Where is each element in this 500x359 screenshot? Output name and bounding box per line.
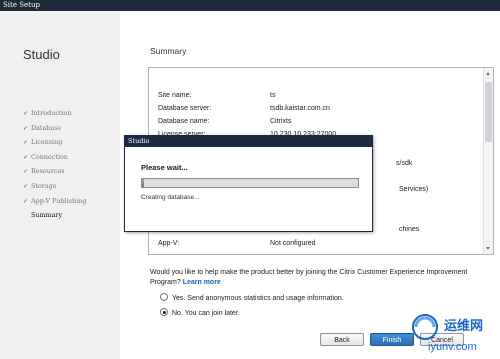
check-icon: ✔ <box>23 168 29 176</box>
page-title: Summary <box>150 46 187 56</box>
summary-key: Database name: <box>158 118 210 125</box>
radio-button[interactable] <box>160 293 168 301</box>
summary-value: ts <box>270 92 276 99</box>
wizard-step-label: App-V Publishing <box>31 196 87 205</box>
wizard-step: ✔ Storage <box>23 179 86 194</box>
summary-value-partial: s/sdk <box>396 160 413 167</box>
wizard-step: ✔ Introduction <box>23 106 86 121</box>
wizard-steps: ✔ Introduction ✔ Database ✔ Licensing ✔ Connect… <box>23 106 86 223</box>
check-icon: ✔ <box>23 139 29 147</box>
dialog-title: Studio <box>125 136 372 147</box>
radio-button[interactable] <box>160 308 168 316</box>
dialog-status: Creating database... <box>141 194 200 201</box>
wizard-step: ✔ Licensing <box>23 135 86 150</box>
check-icon: ✔ <box>23 110 29 117</box>
ceip-option-yes[interactable]: Yes. Send anonymous statistics and usage… <box>160 293 344 302</box>
wizard-step-label: Introduction <box>31 109 72 117</box>
window-titlebar: Site Setup <box>0 0 500 11</box>
wizard-step-label: Summary <box>31 211 63 220</box>
wizard-step-label: Storage <box>31 181 57 190</box>
summary-scrollbar[interactable] <box>483 68 493 254</box>
site-watermark: 运维网 iyunv.com <box>408 312 500 359</box>
summary-value-partial: Services) <box>399 186 429 193</box>
back-button[interactable]: Back <box>320 333 364 346</box>
scroll-down-icon[interactable] <box>486 247 490 250</box>
ceip-option-label: No. You can join later. <box>172 310 240 317</box>
wizard-step-label: Licensing <box>31 138 63 147</box>
summary-key: App-V: <box>158 240 180 247</box>
check-icon: ✔ <box>23 124 29 132</box>
check-icon: ✔ <box>23 153 29 161</box>
summary-value: tsdb.kaistar.com.cn <box>270 105 330 112</box>
watermark-logo-icon <box>412 314 438 340</box>
watermark-cn: 运维网 <box>444 319 484 334</box>
summary-value-partial: chines <box>399 226 420 233</box>
ceip-option-no[interactable]: No. You can join later. <box>160 308 240 317</box>
wizard-step: ✔ Database <box>23 121 86 136</box>
wizard-step: ✔ Connection <box>23 150 86 165</box>
ceip-option-label: Yes. Send anonymous statistics and usage… <box>172 295 344 302</box>
scroll-thumb[interactable] <box>485 82 492 142</box>
wizard-step-label: Connection <box>31 152 68 161</box>
window-title: Site Setup <box>3 1 40 9</box>
summary-value: Citrixts <box>270 118 292 125</box>
check-icon: ✔ <box>23 197 29 205</box>
summary-key: Database server: <box>158 105 212 112</box>
scroll-up-icon[interactable] <box>486 72 490 75</box>
progress-bar <box>141 178 359 188</box>
summary-key: Site name: <box>158 92 192 99</box>
ceip-prompt: Would you like to help make the product … <box>150 268 480 288</box>
summary-value: Not configured <box>270 240 316 247</box>
dialog-heading: Please wait... <box>141 163 188 172</box>
wizard-step-label: Resources <box>31 167 65 176</box>
progress-dialog: Studio Please wait... Creating database.… <box>124 135 373 232</box>
wizard-sidebar: Studio ✔ Introduction ✔ Database ✔ Licensing ✔… <box>0 11 120 359</box>
watermark-url: iyunv.com <box>428 341 477 353</box>
learn-more-link[interactable]: Learn more <box>183 279 221 286</box>
wizard-step-label: Database <box>31 123 62 132</box>
wizard-step: Summary <box>23 208 86 223</box>
wizard-step: ✔ Resources <box>23 164 86 179</box>
check-icon: ✔ <box>23 182 29 190</box>
progress-fill <box>142 179 145 187</box>
wizard-step: ✔ App-V Publishing <box>23 194 86 209</box>
app-title: Studio <box>23 47 60 62</box>
